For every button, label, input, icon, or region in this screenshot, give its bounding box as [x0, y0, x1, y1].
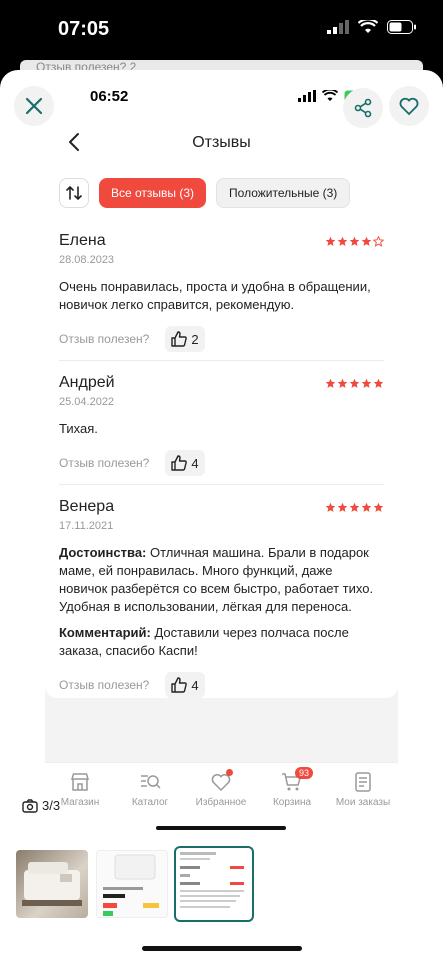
helpful-row: Отзыв полезен? 2	[59, 326, 384, 352]
store-icon	[70, 773, 90, 791]
inner-status-time: 06:52	[90, 88, 129, 105]
outer-status-bar: 07:05	[0, 0, 443, 62]
star-icon	[373, 236, 384, 247]
close-button[interactable]	[14, 86, 54, 126]
helpful-row: Отзыв полезен? 4	[59, 672, 384, 698]
signal-icon	[298, 90, 316, 102]
wifi-icon	[322, 90, 338, 101]
nav-cart-label: Корзина	[272, 797, 312, 808]
orders-list-icon	[355, 772, 371, 792]
status-icons	[327, 20, 417, 34]
signal-icon	[327, 20, 349, 34]
nav-shop-label: Магазин	[60, 797, 100, 808]
star-icon	[349, 502, 360, 512]
rating-stars	[325, 378, 384, 389]
thumbs-up-icon	[171, 455, 188, 471]
star-icon	[361, 502, 372, 512]
rating-stars	[325, 502, 384, 513]
sort-icon	[66, 185, 82, 201]
like-count: 4	[191, 677, 199, 693]
thumbs-up-icon	[171, 331, 188, 347]
favorite-button[interactable]	[389, 86, 429, 126]
bottom-navigation: Магазин Каталог Избранное 93 Корзина Мои…	[45, 762, 398, 832]
review-item: Елена 28.08.2023 Очень понравилась, прос…	[59, 232, 384, 352]
status-time: 07:05	[58, 18, 110, 40]
review-pros: Достоинства: Отличная машина. Брали в по…	[59, 544, 384, 616]
nav-favorites-label: Избранное	[195, 797, 247, 808]
page-title: Отзывы	[192, 134, 251, 151]
star-icon	[373, 378, 384, 388]
review-screenshot: 06:52 Отзывы Все отзывы (3) Положительны…	[45, 82, 398, 832]
close-icon	[25, 97, 43, 115]
star-icon	[349, 378, 360, 388]
review-comment: Комментарий: Доставили через полчаса пос…	[59, 624, 384, 660]
review-item: Андрей 25.04.2022 Тихая. Отзыв полезен? …	[59, 374, 384, 476]
pros-label: Достоинства:	[59, 545, 147, 560]
star-icon	[325, 236, 336, 246]
camera-icon	[22, 798, 38, 813]
star-icon	[337, 502, 348, 512]
review-text: Тихая.	[59, 421, 98, 436]
thumbnail-photo-3-selected[interactable]	[174, 846, 254, 922]
star-icon	[349, 236, 360, 246]
rating-stars	[325, 236, 384, 247]
like-button[interactable]: 4	[165, 450, 205, 476]
star-icon	[361, 378, 372, 388]
product-card-image	[103, 854, 159, 916]
thumbnail-strip	[0, 838, 443, 930]
sort-button[interactable]	[59, 178, 89, 208]
thumbnail-photo-2[interactable]	[96, 850, 168, 918]
thumbs-up-icon	[171, 677, 188, 693]
battery-icon	[387, 20, 416, 34]
filter-positive-reviews[interactable]: Положительные (3)	[216, 178, 351, 208]
star-icon	[325, 378, 336, 388]
favorites-dot	[226, 769, 233, 776]
nav-orders-label: Мои заказы	[335, 797, 391, 808]
comment-label: Комментарий:	[59, 625, 151, 640]
review-date: 25.04.2022	[59, 396, 115, 408]
divider	[59, 360, 384, 361]
star-icon	[373, 502, 384, 512]
nav-favorites[interactable]: Избранное	[186, 769, 256, 808]
share-icon	[354, 98, 372, 118]
divider	[59, 484, 384, 485]
catalog-search-icon	[141, 775, 161, 789]
review-date: 28.08.2023	[59, 254, 115, 266]
nav-catalog[interactable]: Каталог	[115, 771, 185, 808]
like-count: 2	[191, 331, 199, 347]
helpful-label: Отзыв полезен?	[59, 456, 150, 470]
share-button[interactable]	[343, 88, 383, 128]
helpful-label: Отзыв полезен?	[59, 678, 150, 692]
sewing-machine-image	[22, 862, 82, 906]
cart-badge: 93	[295, 767, 314, 779]
review-text: Очень понравилась, проста и удобна в обр…	[59, 279, 371, 312]
home-indicator	[142, 946, 302, 951]
review-filters: Все отзывы (3) Положительные (3)	[59, 178, 351, 208]
heart-icon	[399, 97, 419, 116]
thumbnail-photo-1[interactable]	[16, 850, 88, 918]
star-icon	[337, 378, 348, 388]
nav-cart[interactable]: 93 Корзина	[257, 767, 327, 808]
review-date: 17.11.2021	[59, 520, 114, 532]
like-button[interactable]: 2	[165, 326, 205, 352]
nav-catalog-label: Каталог	[131, 797, 169, 808]
gallery-counter: 3/3	[22, 798, 60, 813]
like-count: 4	[191, 455, 199, 471]
reviews-card: Все отзывы (3) Положительные (3) Елена 2…	[45, 168, 398, 698]
reviews-screenshot-image	[180, 852, 244, 908]
helpful-row: Отзыв полезен? 4	[59, 450, 384, 476]
like-button[interactable]: 4	[165, 672, 205, 698]
scroll-indicator	[156, 826, 286, 830]
nav-orders[interactable]: Мои заказы	[328, 771, 398, 808]
star-icon	[361, 236, 372, 246]
star-icon	[337, 236, 348, 246]
review-item: Венера 17.11.2021 Достоинства: Отличная …	[59, 498, 384, 698]
gallery-counter-text: 3/3	[42, 798, 61, 813]
helpful-label: Отзыв полезен?	[59, 332, 150, 346]
wifi-icon	[358, 20, 378, 33]
reviews-header: Отзывы	[45, 116, 398, 168]
filter-all-reviews[interactable]: Все отзывы (3)	[99, 178, 207, 208]
star-icon	[325, 502, 336, 512]
